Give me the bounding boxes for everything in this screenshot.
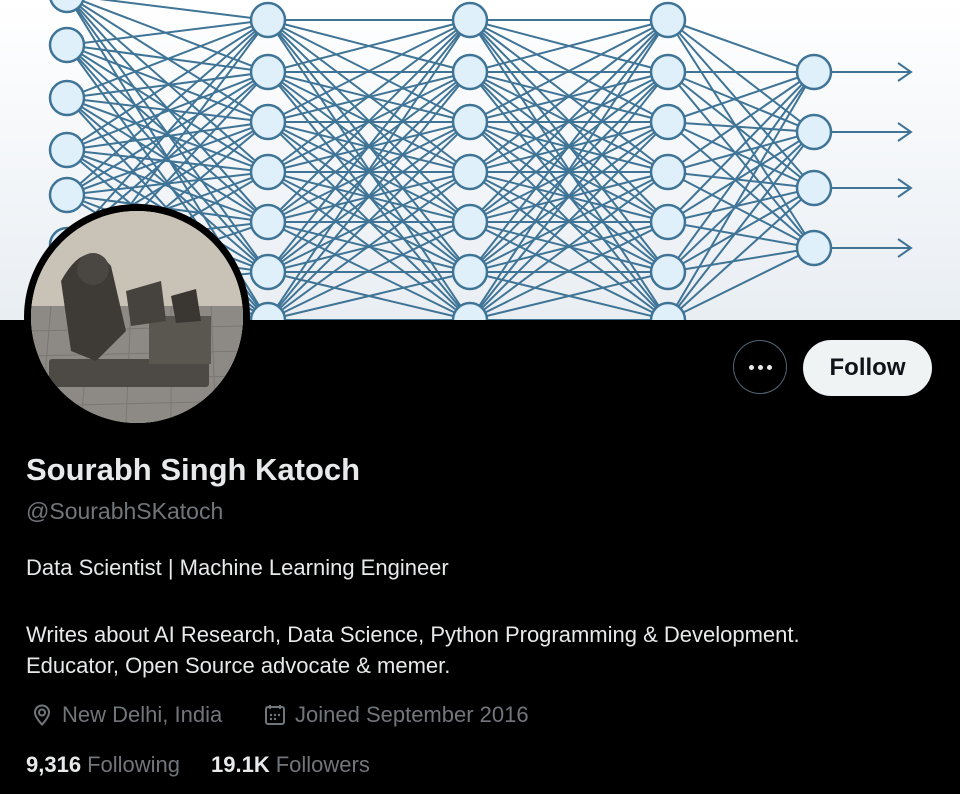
avatar[interactable] xyxy=(24,204,250,430)
avatar-image xyxy=(31,211,243,423)
join-date: Joined September 2016 xyxy=(263,702,529,728)
profile-handle: @SourabhSKatoch xyxy=(26,498,224,524)
profile-name: Sourabh Singh Katoch xyxy=(26,452,361,487)
following-label: Following xyxy=(87,752,180,777)
location-text: New Delhi, India xyxy=(62,702,223,727)
location: New Delhi, India xyxy=(30,702,222,728)
join-date-text: Joined September 2016 xyxy=(295,702,529,727)
followers-label: Followers xyxy=(275,752,370,777)
location-pin-icon xyxy=(33,704,51,726)
more-options-icon xyxy=(748,364,772,370)
more-options-button[interactable] xyxy=(733,340,787,394)
follow-stats: 9,316 Following 19.1K Followers xyxy=(26,752,370,778)
bio-line: Educator, Open Source advocate & memer. xyxy=(26,653,451,678)
follow-button[interactable]: Follow xyxy=(803,340,932,396)
following-link[interactable]: 9,316 Following xyxy=(26,752,180,778)
bio-description: Writes about AI Research, Data Science, … xyxy=(26,619,926,681)
bio-line: Writes about AI Research, Data Science, … xyxy=(26,622,800,647)
following-count: 9,316 xyxy=(26,752,82,777)
bio-headline: Data Scientist | Machine Learning Engine… xyxy=(26,555,449,580)
followers-link[interactable]: 19.1K Followers xyxy=(211,752,370,778)
followers-count: 19.1K xyxy=(211,752,270,777)
calendar-icon xyxy=(265,705,285,725)
